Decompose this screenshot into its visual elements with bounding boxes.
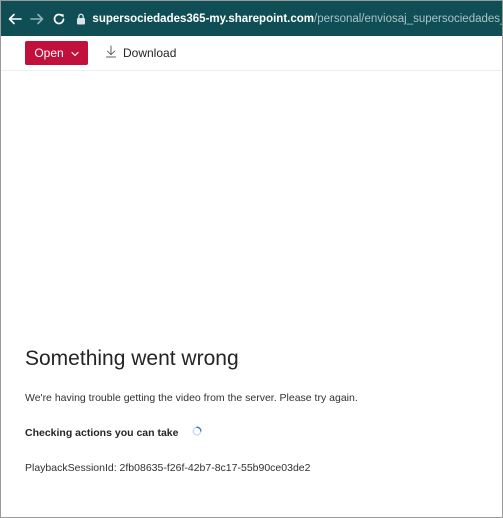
download-icon	[106, 45, 116, 61]
error-message: We're having trouble getting the video f…	[25, 392, 358, 404]
checking-actions-label: Checking actions you can take	[25, 426, 179, 439]
lock-icon	[76, 13, 86, 25]
arrow-right-icon	[29, 12, 44, 26]
open-button-label: Open	[34, 46, 64, 60]
browser-address-bar: supersociedades365-my.sharepoint.com/per…	[1, 1, 502, 36]
chevron-down-icon	[71, 46, 79, 60]
arrow-left-icon	[8, 12, 22, 26]
checking-actions-status: Checking actions you can take	[25, 426, 202, 439]
reload-icon	[52, 12, 66, 26]
address-field[interactable]: supersociedades365-my.sharepoint.com/per…	[76, 7, 502, 31]
download-label: Download	[123, 46, 177, 60]
download-button[interactable]: Download	[106, 45, 176, 61]
playback-session-id: PlaybackSessionId: 2fb08635-f26f-42b7-8c…	[25, 462, 311, 474]
url-host: supersociedades365-my.sharepoint.com	[92, 12, 314, 25]
back-button[interactable]	[5, 7, 24, 31]
loading-spinner-icon	[192, 426, 202, 439]
forward-button[interactable]	[27, 7, 46, 31]
open-button[interactable]: Open	[25, 41, 88, 65]
reload-button[interactable]	[49, 7, 68, 31]
page-frame: supersociedades365-my.sharepoint.com/per…	[0, 0, 503, 518]
command-bar: Open Download	[1, 36, 502, 71]
url-path: /personal/enviosaj_supersociedades_gov_c…	[314, 12, 502, 25]
error-title: Something went wrong	[25, 347, 239, 370]
